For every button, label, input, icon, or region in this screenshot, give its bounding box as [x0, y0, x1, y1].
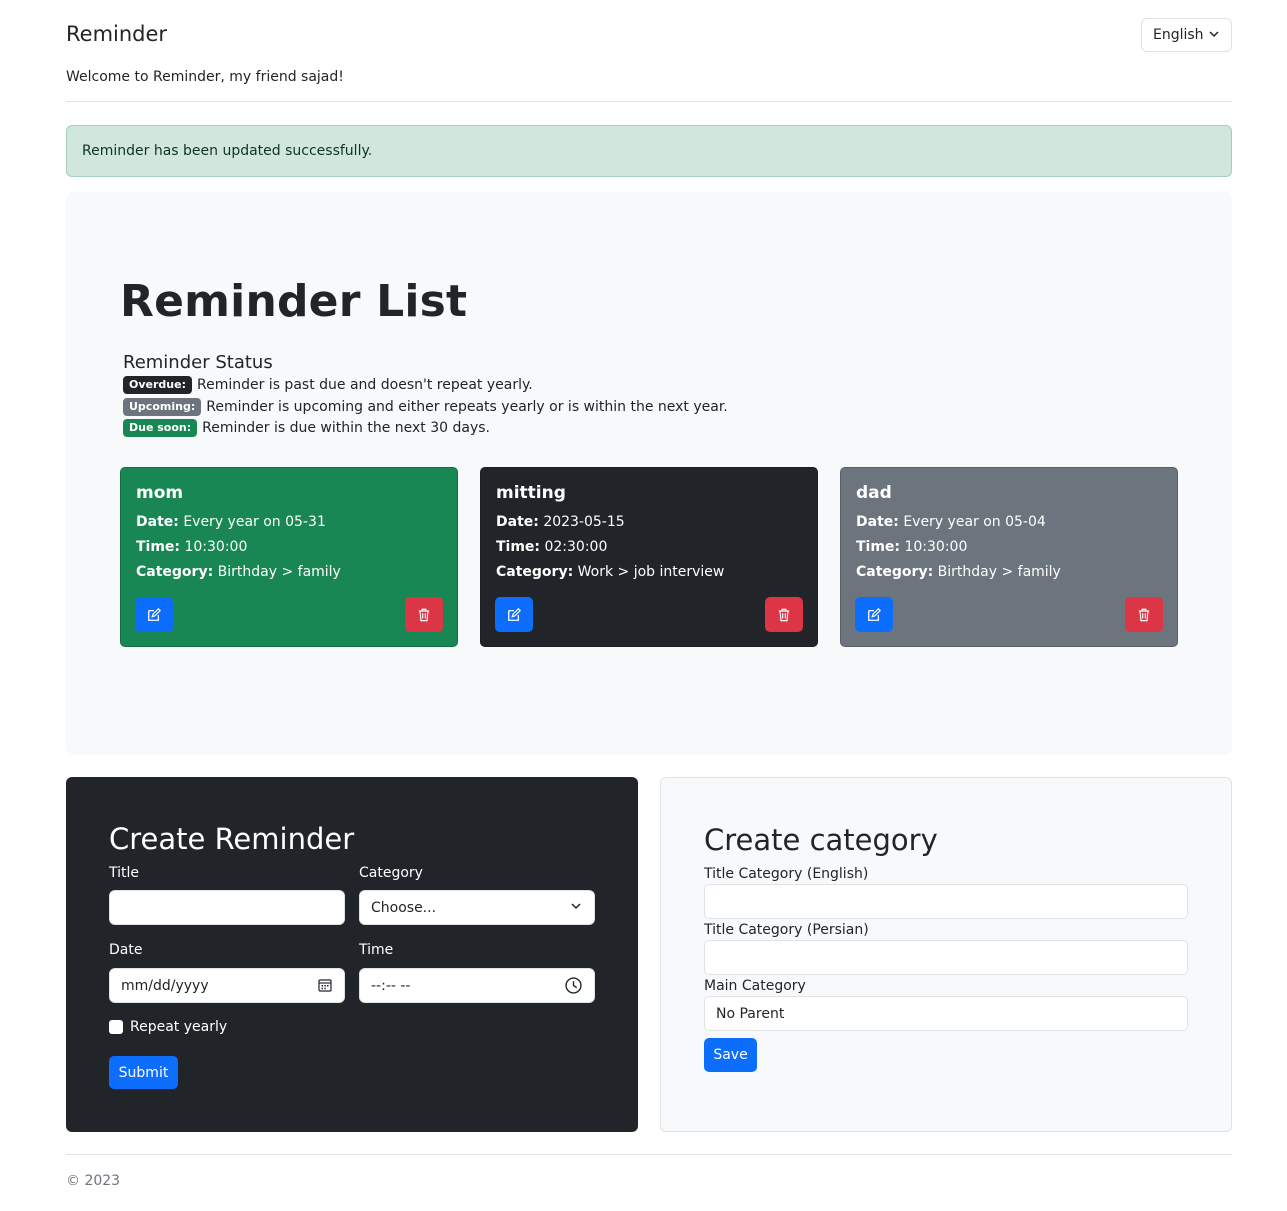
date-value: 2023-05-15: [543, 514, 625, 530]
chevron-down-icon: [1209, 31, 1219, 38]
chevron-down-icon: [571, 903, 581, 910]
main-category-value: No Parent: [716, 1005, 785, 1022]
main-category-label: Main Category: [704, 978, 806, 994]
date-label: Date:: [136, 514, 179, 530]
category-select[interactable]: Choose...: [359, 890, 595, 925]
page-footer: © 2023: [66, 1154, 1232, 1211]
reminder-date: Date: 2023-05-15: [496, 514, 625, 530]
edit-icon: [508, 607, 521, 621]
page-header: Reminder Welcome to Reminder, my friend …: [66, 0, 1232, 102]
date-value: Every year on 05-04: [903, 514, 1046, 530]
title-category-english-input[interactable]: [704, 884, 1188, 919]
status-legend-due-soon: Due soon: Reminder is due within the nex…: [123, 419, 490, 437]
time-value: 10:30:00: [184, 539, 248, 555]
language-select-value: English: [1153, 27, 1204, 43]
reminder-date: Date: Every year on 05-04: [856, 514, 1046, 530]
main-category-select[interactable]: No Parent: [704, 996, 1188, 1031]
category-value: Birthday > family: [217, 564, 341, 580]
date-label: Date:: [856, 514, 899, 530]
reminder-card: mom Date: Every year on 05-31 Time: 10:3…: [120, 467, 458, 647]
category-value: Birthday > family: [937, 564, 1061, 580]
submit-button[interactable]: Submit: [109, 1056, 178, 1089]
category-select-value: Choose...: [371, 899, 437, 916]
reminder-card: mitting Date: 2023-05-15 Time: 02:30:00 …: [480, 467, 818, 647]
edit-button[interactable]: [495, 597, 533, 632]
date-value: Every year on 05-31: [183, 514, 326, 530]
reminder-card-title: mom: [136, 483, 184, 503]
time-input[interactable]: --:-- --: [359, 968, 595, 1003]
category-value: Work > job interview: [577, 564, 725, 580]
status-heading: Reminder Status: [123, 352, 273, 373]
reminder-category: Category: Birthday > family: [136, 564, 341, 580]
repeat-yearly-checkbox[interactable]: [109, 1020, 123, 1034]
edit-button[interactable]: [855, 597, 893, 632]
reminder-card-title: dad: [856, 483, 892, 503]
reminder-category: Category: Birthday > family: [856, 564, 1061, 580]
time-value: 02:30:00: [544, 539, 608, 555]
date-input-placeholder: mm/dd/yyyy: [121, 977, 209, 994]
status-badge: Due soon:: [123, 419, 198, 437]
time-label: Time:: [496, 539, 541, 555]
category-label: Category: [359, 865, 423, 881]
delete-button[interactable]: [1125, 597, 1163, 632]
title-input[interactable]: [109, 890, 345, 925]
clock-icon[interactable]: [565, 977, 582, 994]
create-category-heading: Create category: [704, 823, 938, 857]
time-input-placeholder: --:-- --: [371, 977, 411, 994]
status-description: Reminder is upcoming and either repeats …: [206, 399, 728, 415]
category-label: Category:: [496, 564, 574, 580]
time-label: Time:: [856, 539, 901, 555]
category-label: Category:: [136, 564, 214, 580]
date-label: Date: [109, 942, 143, 958]
status-description: Reminder is past due and doesn't repeat …: [196, 377, 533, 393]
app-brand[interactable]: Reminder: [66, 22, 167, 46]
create-category-panel: Create category Title Category (English)…: [660, 777, 1232, 1132]
date-label: Date:: [496, 514, 539, 530]
date-input[interactable]: mm/dd/yyyy: [109, 968, 345, 1003]
reminder-list-title: Reminder List: [120, 276, 468, 327]
copyright: © 2023: [66, 1173, 121, 1189]
status-description: Reminder is due within the next 30 days.: [202, 420, 490, 436]
create-reminder-heading: Create Reminder: [109, 822, 355, 856]
success-alert: Reminder has been updated successfully.: [66, 125, 1232, 177]
title-category-persian-label: Title Category (Persian): [704, 922, 869, 938]
trash-icon: [778, 608, 790, 622]
save-button[interactable]: Save: [704, 1038, 757, 1072]
time-value: 10:30:00: [904, 539, 968, 555]
repeat-yearly-label[interactable]: Repeat yearly: [130, 1019, 227, 1035]
reminder-card: dad Date: Every year on 05-04 Time: 10:3…: [840, 467, 1178, 647]
time-label: Time:: [136, 539, 181, 555]
time-label: Time: [359, 942, 394, 958]
reminder-date: Date: Every year on 05-31: [136, 514, 326, 530]
trash-icon: [1138, 608, 1150, 622]
reminder-list-panel: Reminder List Reminder Status Overdue: R…: [66, 192, 1232, 755]
delete-button[interactable]: [405, 597, 443, 632]
reminder-category: Category: Work > job interview: [496, 564, 724, 580]
reminder-time: Time: 10:30:00: [856, 539, 967, 555]
calendar-icon[interactable]: [318, 978, 332, 992]
edit-icon: [868, 607, 881, 621]
welcome-message: Welcome to Reminder, my friend sajad!: [66, 69, 344, 85]
language-select[interactable]: English: [1141, 18, 1232, 52]
category-label: Category:: [856, 564, 934, 580]
edit-icon: [148, 607, 161, 621]
status-badge: Upcoming:: [123, 398, 202, 416]
delete-button[interactable]: [765, 597, 803, 632]
status-badge: Overdue:: [123, 376, 192, 394]
title-category-english-label: Title Category (English): [704, 866, 869, 882]
title-label: Title: [109, 865, 140, 881]
create-reminder-panel: Create Reminder Title Category Choose...…: [66, 777, 638, 1132]
alert-message: Reminder has been updated successfully.: [82, 143, 373, 159]
status-legend-overdue: Overdue: Reminder is past due and doesn'…: [123, 376, 533, 394]
edit-button[interactable]: [135, 597, 173, 632]
reminder-card-title: mitting: [496, 483, 566, 503]
reminder-time: Time: 10:30:00: [136, 539, 247, 555]
reminder-time: Time: 02:30:00: [496, 539, 607, 555]
title-category-persian-input[interactable]: [704, 940, 1188, 975]
trash-icon: [418, 608, 430, 622]
status-legend-upcoming: Upcoming: Reminder is upcoming and eithe…: [123, 398, 728, 416]
